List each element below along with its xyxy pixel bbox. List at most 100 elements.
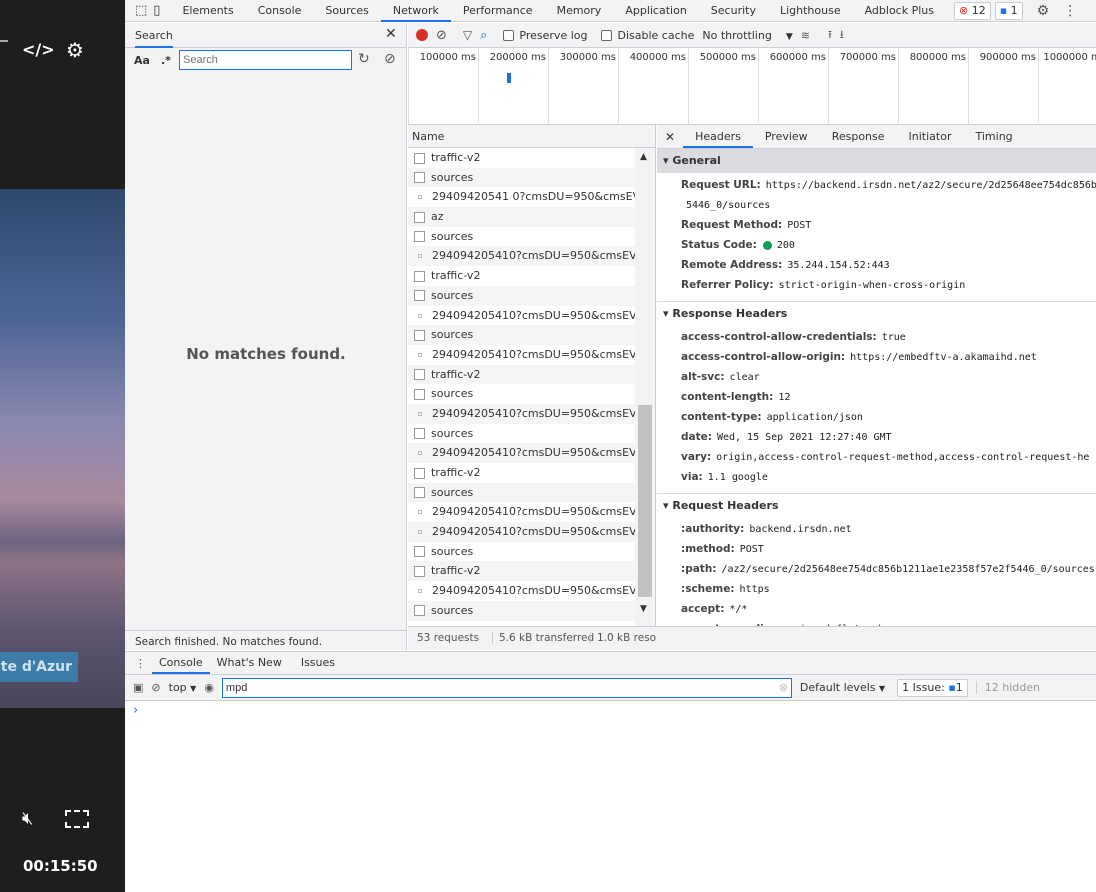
refresh-icon[interactable]: ↻ <box>358 51 370 67</box>
timeline-tick: 600000 ms <box>758 48 828 125</box>
name-column-header[interactable]: Name <box>408 125 655 148</box>
request-row[interactable]: sources <box>408 482 635 503</box>
request-row[interactable]: 294094205410?cmsDU=950&cmsEV=pol <box>408 403 635 424</box>
preserve-log-checkbox[interactable]: Preserve log <box>503 29 587 42</box>
tab-network[interactable]: Network <box>380 0 451 22</box>
request-row[interactable]: sources <box>408 384 635 404</box>
section-header[interactable]: ▾ General <box>657 149 1096 173</box>
tab-performance[interactable]: Performance <box>451 0 545 22</box>
request-row[interactable]: sources <box>408 424 635 444</box>
live-expression-eye-icon[interactable]: ◉ <box>204 681 214 694</box>
request-row[interactable]: sources <box>408 285 635 306</box>
tab-application[interactable]: Application <box>613 0 698 22</box>
request-row[interactable]: sources <box>408 600 635 621</box>
details-tab-preview[interactable]: Preview <box>753 126 820 148</box>
tab-elements[interactable]: Elements <box>170 0 245 22</box>
details-tab-initiator[interactable]: Initiator <box>897 126 964 148</box>
timeline-tick-label: 900000 ms <box>979 52 1036 63</box>
console-filter-input[interactable] <box>221 677 792 698</box>
request-row[interactable]: traffic-v2 <box>408 463 635 483</box>
section-header[interactable]: ▾ Request Headers <box>657 493 1096 517</box>
timeline-overview[interactable]: 100000 ms 200000 ms 300000 ms 400000 ms 5000… <box>408 48 1096 125</box>
request-row[interactable]: traffic-v2 <box>408 266 635 286</box>
filter-icon[interactable]: ▽ <box>463 28 472 42</box>
tab-console[interactable]: Console <box>246 0 314 22</box>
disable-cache-checkbox[interactable]: Disable cache <box>601 29 694 42</box>
drawer-tab-console[interactable]: Console <box>152 652 210 674</box>
request-row[interactable]: 294094205410?cmsDU=950&cmsEV=pol <box>408 443 635 463</box>
search-icon[interactable]: ⌕ <box>480 28 487 43</box>
regex-toggle[interactable]: .* <box>161 54 171 67</box>
header-key: access-control-allow-origin: <box>681 351 846 363</box>
issues-badge[interactable]: 1 Issue: ▪1 <box>897 678 968 697</box>
request-details: ✕ Headers Preview Response Initiator Tim… <box>657 125 1096 650</box>
request-row[interactable]: traffic-v2 <box>408 148 635 168</box>
network-status-bar: 53 requests 5.6 kB transferred 1.0 kB re… <box>408 626 1096 650</box>
errors-badge[interactable]: ⊗ 12 <box>953 1 991 20</box>
request-row[interactable]: 294094205410?cmsDU=950&cmsEV=pol <box>408 502 635 522</box>
request-row[interactable]: sources <box>408 542 635 562</box>
request-row[interactable]: traffic-v2 <box>408 561 635 582</box>
request-list-scrollbar[interactable]: ▲ ▼ <box>635 148 655 626</box>
request-row[interactable]: 294094205410?cmsDU=950&cmsEV=pol <box>408 581 635 601</box>
match-case-toggle[interactable]: Aa <box>134 54 150 67</box>
request-row[interactable]: 294094205410?cmsDU=950&cmsEV=pol <box>408 306 635 326</box>
gear-icon[interactable]: ⚙ <box>66 38 84 62</box>
clear-log-icon[interactable]: ⊘ <box>436 28 447 43</box>
document-icon <box>414 605 425 617</box>
clear-icon[interactable]: ⊘ <box>384 51 396 67</box>
log-levels-select[interactable]: Default levels ▼ <box>800 681 885 694</box>
request-row[interactable]: az <box>408 207 635 227</box>
tab-adblock-plus[interactable]: Adblock Plus <box>853 0 946 22</box>
inspect-icon[interactable]: ⬚ <box>135 3 147 18</box>
request-row[interactable]: traffic-v2 <box>408 364 635 385</box>
settings-gear-icon[interactable]: ⚙ <box>1037 3 1050 19</box>
request-row[interactable]: 294094205410?cmsDU=950&cmsEV=pol <box>408 246 635 267</box>
messages-badge[interactable]: ▪ 1 <box>994 1 1023 20</box>
more-menu-icon[interactable]: ⋮ <box>1063 3 1077 19</box>
request-row[interactable]: sources <box>408 325 635 345</box>
device-toggle-icon[interactable]: ▯ <box>153 3 160 18</box>
error-icon: ⊗ <box>958 3 969 17</box>
search-tab[interactable]: Search <box>135 29 173 48</box>
scroll-down-icon[interactable]: ▼ <box>640 604 647 614</box>
clear-filter-icon[interactable]: ⊗ <box>779 681 788 694</box>
tab-sources[interactable]: Sources <box>313 0 381 22</box>
tab-security[interactable]: Security <box>699 0 768 22</box>
import-har-icon[interactable]: ⭱ <box>828 26 832 45</box>
tab-lighthouse[interactable]: Lighthouse <box>768 0 853 22</box>
drawer-tabbar: ⋮ Console What's New Issues <box>125 651 1096 675</box>
sidebar-toggle-icon[interactable]: ▣ <box>133 681 143 694</box>
record-icon[interactable] <box>416 29 428 41</box>
mute-icon[interactable]: 🔇︎ <box>22 808 33 829</box>
timeline-tick: 800000 ms <box>898 48 968 125</box>
header-row: content-type: application/json <box>657 407 1096 427</box>
context-select[interactable]: top ▼ <box>169 681 197 694</box>
request-row[interactable]: 294094205410?cmsDU=950&cmsEV=pol <box>408 522 635 542</box>
details-tab-timing[interactable]: Timing <box>963 126 1024 148</box>
section-header[interactable]: ▾ Response Headers <box>657 301 1096 325</box>
request-row[interactable]: sources <box>408 227 635 247</box>
network-conditions-icon[interactable]: ≋ <box>801 29 810 42</box>
request-row[interactable]: sources <box>408 167 635 188</box>
scrollbar-thumb[interactable] <box>638 405 652 597</box>
details-tab-headers[interactable]: Headers <box>683 126 753 148</box>
drawer-tab-issues[interactable]: Issues <box>289 652 347 674</box>
tab-memory[interactable]: Memory <box>545 0 614 22</box>
close-details-icon[interactable]: ✕ <box>657 130 683 144</box>
clear-console-icon[interactable]: ⊘ <box>151 681 160 694</box>
details-tab-response[interactable]: Response <box>820 126 897 148</box>
search-input[interactable] <box>179 50 352 70</box>
code-icon[interactable]: </> <box>22 40 55 59</box>
scroll-up-icon[interactable]: ▲ <box>640 152 647 162</box>
throttling-select[interactable]: No throttling ▼ <box>702 29 792 42</box>
export-har-icon[interactable]: ⭳ <box>840 26 844 45</box>
console-prompt[interactable]: › <box>125 701 1096 720</box>
request-row[interactable]: 29409420541 0?cmsDU=950&cmsEV=pol <box>408 187 635 207</box>
drawer-tab-whats-new[interactable]: What's New <box>210 652 289 674</box>
request-row[interactable]: 294094205410?cmsDU=950&cmsEV=pol <box>408 345 635 365</box>
drawer-menu-icon[interactable]: ⋮ <box>125 657 152 670</box>
close-icon[interactable]: ✕ <box>385 26 397 42</box>
header-row: via: 1.1 google <box>657 467 1096 487</box>
fullscreen-icon[interactable] <box>65 810 89 828</box>
